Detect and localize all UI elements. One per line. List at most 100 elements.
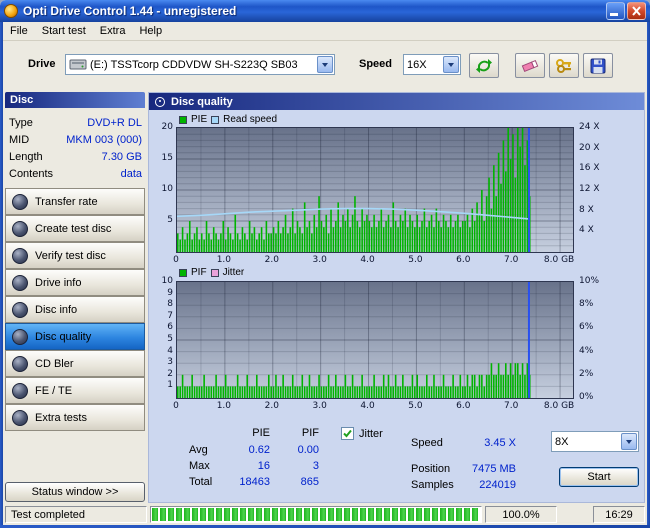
toolbar: Drive (E:) TSSTcorp CDDVDW SH-S223Q SB03… [3,41,647,90]
legend-label-read-speed: Read speed [223,114,278,125]
close-button[interactable] [627,2,646,20]
menu-extra[interactable]: Extra [93,23,133,39]
sidebar-item-label: CD Bler [35,357,74,370]
sidebar-item-label: FE / TE [35,384,73,397]
verify-test-disc-icon [12,247,28,264]
avg-pif-value: 0.00 [297,444,319,456]
start-button[interactable]: Start [559,467,639,487]
menubar: File Start test Extra Help [3,22,647,41]
scan-speed-select[interactable]: 8X [551,431,639,452]
sidebar-item-label: Create test disc [35,222,112,235]
sidebar-item-label: Verify test disc [35,249,106,262]
drive-select-value: (E:) TSSTcorp CDDVDW SH-S223Q SB03 [90,58,298,71]
sidebar-item-disc-info[interactable]: Disc info [5,296,145,323]
speed-select-value: 16X [407,58,427,71]
pie-chart-plot [176,127,574,253]
main-panel: Disc quality PIE Read speed 5 10 15 20 24 X… [148,92,645,503]
drive-select[interactable]: (E:) TSSTcorp CDDVDW SH-S223Q SB03 [65,54,335,75]
save-results-button[interactable] [583,53,613,78]
keys-icon [556,58,571,73]
refresh-icon [476,58,492,73]
max-pif-value: 3 [312,460,319,472]
speed-result-value: 3.45 X [484,437,516,449]
save-icon [590,58,606,73]
chevron-down-icon[interactable] [443,56,459,73]
legend-label-jitter: Jitter [222,267,245,278]
speed-result-label: Speed [411,437,443,449]
fe-te-icon [12,382,28,399]
progress-fill [152,508,480,521]
sidebar-item-extra-tests[interactable]: Extra tests [5,404,145,431]
disc-icon [155,96,165,107]
read-speed-axis-labels: 24 X 20 X 16 X 12 X8 X4 X [579,122,600,236]
window-frame-left [0,22,3,528]
legend-label-pie: PIE [191,114,208,125]
scan-speed-select-value: 8X [555,435,569,448]
info-label: Type [9,117,33,129]
status-window-button[interactable]: Status window >> [5,482,145,502]
drive-info-icon [12,274,28,291]
info-value: MKM 003 (000) [66,134,142,146]
legend-label-pif: PIF [191,267,207,278]
pif-chart-plot [176,281,574,399]
window-title: Opti Drive Control 1.44 - unregistered [23,4,237,18]
sidebar-item-transfer-rate[interactable]: Transfer rate [5,188,145,215]
disc-info-mid: MID MKM 003 (000) [9,134,142,149]
menu-file[interactable]: File [3,23,35,39]
avg-pie-value: 0.62 [248,444,270,456]
sidebar-item-drive-info[interactable]: Drive info [5,269,145,296]
drive-icon [69,59,87,70]
sidebar-item-fe-te[interactable]: FE / TE [5,377,145,404]
sidebar-item-disc-quality[interactable]: Disc quality [5,323,145,350]
extra-tests-icon [12,409,28,426]
minimize-button[interactable] [606,2,625,20]
statusbar: Test completed 100.0% 16:29 [3,504,647,525]
check-icon [343,429,352,438]
pif-chart-x-axis-labels: 0 1.0 2.0 3.0 4.0 5.0 6.0 7.0 8.0 GB [173,401,575,411]
eraser-icon [521,59,539,72]
max-label: Max [189,460,210,472]
sidebar-item-label: Drive info [35,276,82,289]
samples-value: 224019 [479,479,516,491]
position-value: 7475 MB [471,463,516,475]
pie-swatch-icon [179,115,187,124]
jitter-checkbox[interactable] [341,427,354,440]
pif-axis-labels: 1 2 3 4 5 6 7 8 9 10 [161,276,173,391]
close-icon [632,6,641,16]
speed-select[interactable]: 16X [403,54,461,75]
chevron-down-icon[interactable] [621,433,637,450]
status-text: Test completed [5,506,147,523]
total-label: Total [189,476,213,488]
info-value: data [120,168,142,180]
jitter-axis-labels: 10% 8% 6% 4% 2% 0% [579,276,600,402]
pie-chart-x-axis-labels: 0 1.0 2.0 3.0 4.0 5.0 6.0 7.0 8.0 GB [173,255,575,265]
app-icon [4,4,18,18]
sidebar-item-label: Extra tests [35,411,87,424]
sidebar-item-create-test-disc[interactable]: Create test disc [5,215,145,242]
chevron-down-icon[interactable] [317,56,333,73]
menu-help[interactable]: Help [132,23,169,39]
main-header: Disc quality [149,93,644,110]
cd-bler-icon [12,355,28,372]
pif-swatch-icon [179,268,187,277]
pif-chart-legend: PIF Jitter [179,267,244,278]
transfer-rate-icon [12,193,28,210]
sidebar-item-verify-test-disc[interactable]: Verify test disc [5,242,145,269]
main-header-title: Disc quality [171,95,233,108]
read-speed-swatch-icon [211,115,220,124]
results-pif-header: PIF [301,427,319,439]
menu-start-test[interactable]: Start test [35,23,93,39]
clock-text: 16:29 [593,506,645,523]
info-value: 7.30 GB [101,151,142,163]
erase-disc-button[interactable] [515,53,545,78]
refresh-drives-button[interactable] [469,53,499,78]
max-pie-value: 16 [257,460,270,472]
speed-label: Speed [359,58,393,70]
license-key-button[interactable] [549,53,579,78]
results-pie-header: PIE [252,427,270,439]
total-pif-value: 865 [300,476,319,488]
minimize-icon [609,13,618,16]
sidebar-item-cd-bler[interactable]: CD Bler [5,350,145,377]
pif-chart: 1 2 3 4 5 6 7 8 9 10 10% 8% 6% 4% 2% 0% 0 1.0 2.0 3.0 4.0 5… [162,276,599,411]
jitter-checkbox-label[interactable]: Jitter [359,428,383,440]
